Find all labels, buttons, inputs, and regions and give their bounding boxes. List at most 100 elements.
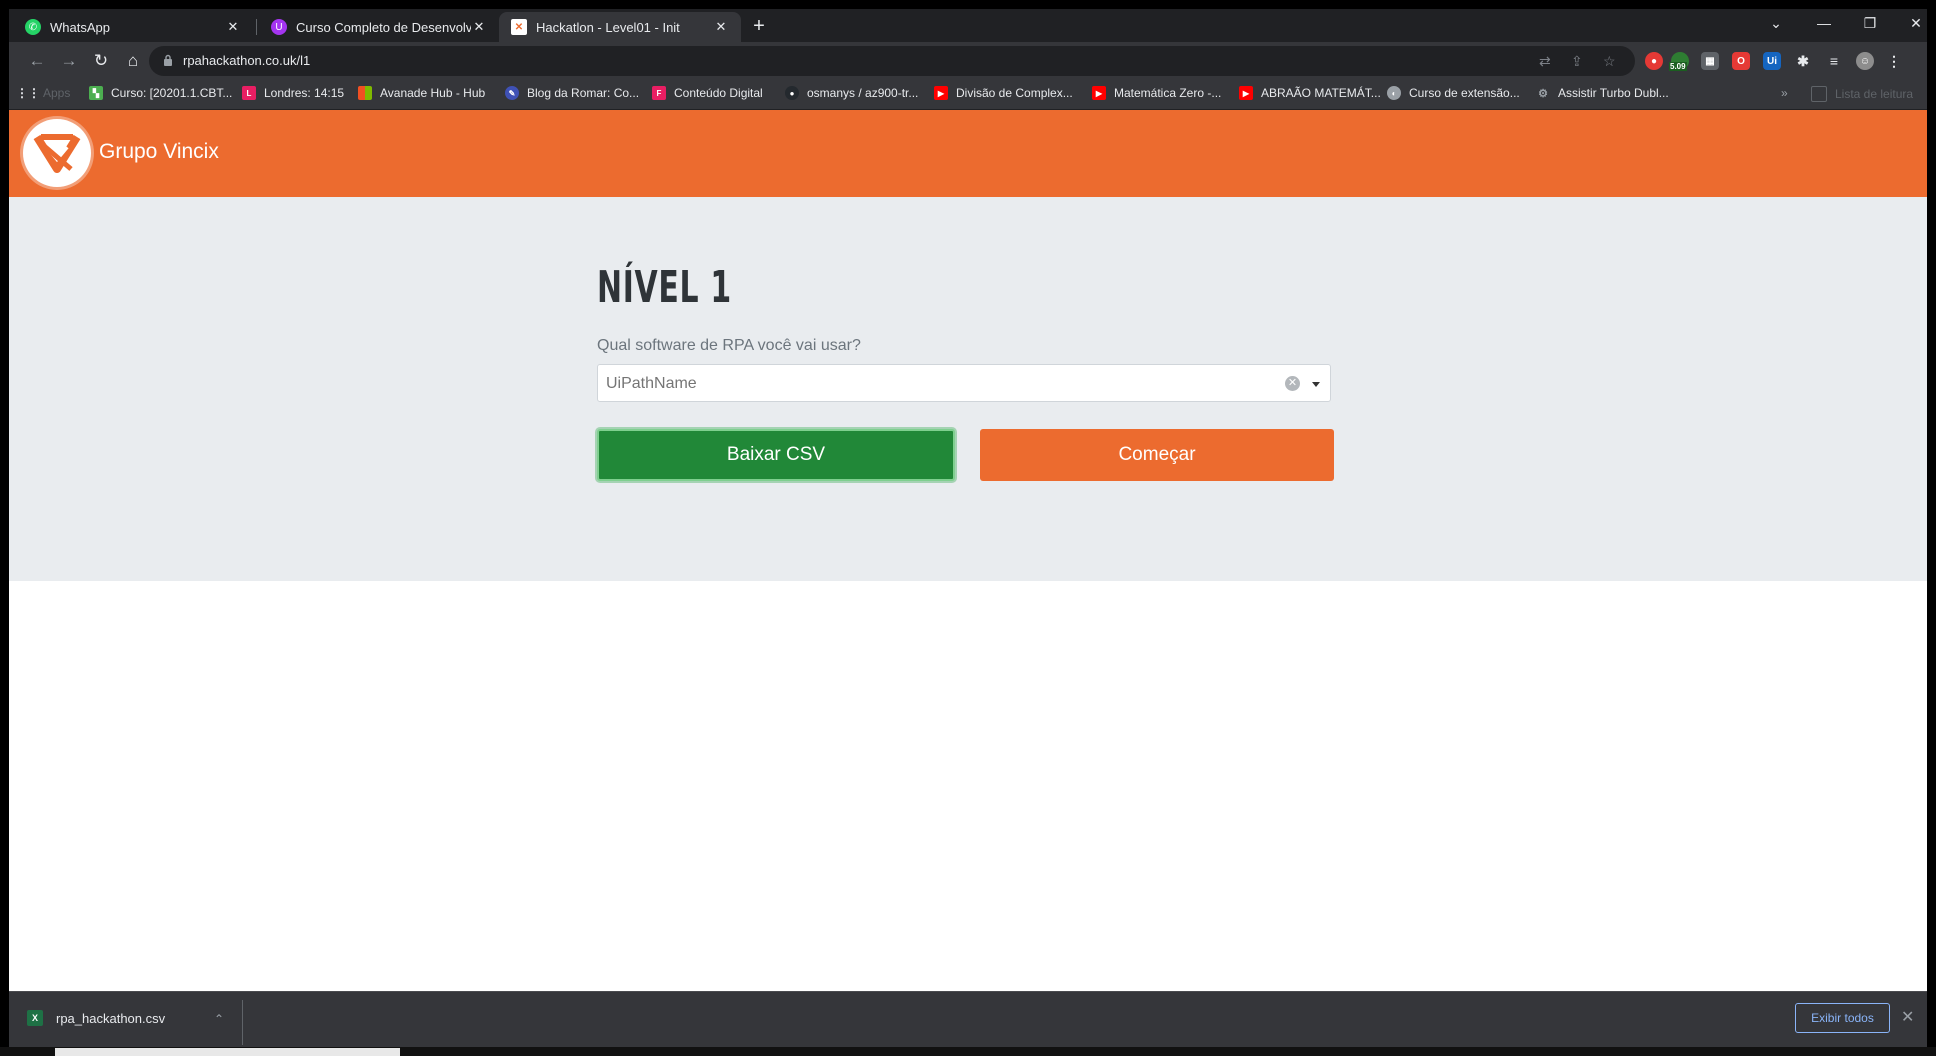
chevron-down-icon[interactable] xyxy=(1312,382,1320,387)
bookmark-label: Blog da Romar: Co... xyxy=(527,86,640,100)
brand-name[interactable]: Grupo Vincix xyxy=(99,140,219,164)
bookmark-matematica[interactable]: ▶ Matemática Zero -... xyxy=(1092,86,1221,100)
level-panel: NÍVEL 1 Qual software de RPA você vai us… xyxy=(9,197,1927,581)
close-icon[interactable]: ✕ xyxy=(1901,1007,1914,1027)
menu-kebab-icon[interactable]: ⋮ xyxy=(1885,52,1903,70)
calendar-icon: L xyxy=(242,86,256,100)
profile-avatar[interactable]: ☺ xyxy=(1856,52,1874,70)
extension-o-icon[interactable]: O xyxy=(1732,52,1750,70)
close-icon[interactable]: ✕ xyxy=(225,19,241,35)
close-icon[interactable]: ✕ xyxy=(713,19,729,35)
home-icon[interactable]: ⌂ xyxy=(121,51,145,71)
chevron-up-icon[interactable]: ⌃ xyxy=(214,1012,224,1026)
turbo-icon: ⚙ xyxy=(1538,87,1548,100)
clear-icon[interactable]: ✕ xyxy=(1285,376,1300,391)
bookmark-blog[interactable]: ✎ Blog da Romar: Co... xyxy=(505,86,639,100)
bookmark-label: ABRAÃO MATEMÁT... xyxy=(1261,86,1381,100)
excel-file-icon: X xyxy=(27,1010,43,1026)
forward-icon[interactable]: → xyxy=(57,51,81,71)
blog-icon: ✎ xyxy=(505,86,519,100)
github-icon: ● xyxy=(785,86,799,100)
extension-badge-icon[interactable]: 5.09 xyxy=(1669,52,1689,71)
uipath-extension-icon[interactable]: Ui xyxy=(1763,52,1781,70)
media-control-icon[interactable]: ≡ xyxy=(1825,52,1843,70)
vincix-logo[interactable] xyxy=(23,119,91,187)
bookmark-label: Assistir Turbo Dubl... xyxy=(1558,86,1669,100)
browser-toolbar: ← → ↻ ⌂ rpahackathon.co.uk/l1 ⇄ ⇪ ☆ ● 5.… xyxy=(9,42,1927,80)
tab-divider xyxy=(256,19,257,35)
bookmark-label: Curso: [20201.1.CBT... xyxy=(111,86,233,100)
page-title: NÍVEL 1 xyxy=(597,262,732,313)
rpa-software-select[interactable]: UiPathName ✕ xyxy=(597,364,1331,402)
tab-hackathon[interactable]: ✕ Hackatlon - Level01 - Init ✕ xyxy=(499,12,741,42)
close-window-button[interactable]: ✕ xyxy=(1901,15,1927,32)
tab-whatsapp[interactable]: ✆ WhatsApp ✕ xyxy=(13,12,253,42)
bookmark-github[interactable]: ● osmanys / az900-tr... xyxy=(785,86,918,100)
bookmark-star-icon[interactable]: ☆ xyxy=(1603,53,1616,70)
bookmark-extensao[interactable]: ◐ Curso de extensão... xyxy=(1387,86,1520,100)
vincix-logo-icon xyxy=(33,134,81,173)
extensions-puzzle-icon[interactable]: ✱ xyxy=(1794,52,1812,70)
restore-button[interactable]: ❐ xyxy=(1855,15,1885,32)
download-item[interactable]: X rpa_hackathon.csv xyxy=(27,1010,165,1026)
reading-list-button[interactable]: Lista de leitura xyxy=(1811,86,1913,102)
bookmark-turbo[interactable]: ⚙ Assistir Turbo Dubl... xyxy=(1536,86,1669,100)
download-divider xyxy=(242,1000,243,1045)
youtube-icon: ▶ xyxy=(1092,86,1106,100)
bookmark-curso[interactable]: ▚ Curso: [20201.1.CBT... xyxy=(89,86,232,100)
bookmark-avanade[interactable]: Avanade Hub - Hub xyxy=(358,86,485,100)
whatsapp-icon: ✆ xyxy=(25,19,41,35)
url-text: rpahackathon.co.uk/l1 xyxy=(183,53,311,68)
minimize-button[interactable]: — xyxy=(1809,15,1839,31)
new-tab-button[interactable]: + xyxy=(747,15,771,38)
reading-list-label: Lista de leitura xyxy=(1835,87,1914,101)
youtube-icon: ▶ xyxy=(934,86,948,100)
bookmark-label: Avanade Hub - Hub xyxy=(380,86,486,100)
bookmark-label: Conteúdo Digital xyxy=(674,86,763,100)
bookmark-apps[interactable]: ⋮⋮ Apps xyxy=(16,86,70,100)
back-icon[interactable]: ← xyxy=(25,51,49,71)
taskbar-window xyxy=(55,1048,400,1056)
lock-icon xyxy=(164,54,172,66)
browser-window: ✆ WhatsApp ✕ U Curso Completo de Desenvo… xyxy=(9,9,1927,1056)
bookmark-conteudo[interactable]: F Conteúdo Digital xyxy=(652,86,763,100)
tab-title: Hackatlon - Level01 - Init xyxy=(536,19,680,35)
youtube-icon: ▶ xyxy=(1239,86,1253,100)
bookmark-abraao[interactable]: ▶ ABRAÃO MATEMÁT... xyxy=(1239,86,1381,100)
extension-red-icon[interactable]: ● xyxy=(1645,52,1663,70)
taskbar-strip xyxy=(0,1047,1936,1056)
tab-title: WhatsApp xyxy=(50,19,110,35)
bookmark-label: Matemática Zero -... xyxy=(1114,86,1222,100)
globe-icon: ◐ xyxy=(1387,86,1401,100)
course-icon: ▚ xyxy=(89,86,103,100)
reading-list-icon xyxy=(1811,86,1827,102)
bookmarks-bar: ⋮⋮ Apps ▚ Curso: [20201.1.CBT... L Londr… xyxy=(9,80,1927,110)
bookmark-londres[interactable]: L Londres: 14:15 xyxy=(242,86,344,100)
download-filename: rpa_hackathon.csv xyxy=(56,1010,166,1026)
tab-udemy-course[interactable]: U Curso Completo de Desenvolved ✕ xyxy=(259,12,499,42)
bookmark-label: osmanys / az900-tr... xyxy=(807,86,919,100)
bookmark-label: Londres: 14:15 xyxy=(264,86,345,100)
rpa-software-label: Qual software de RPA você vai usar? xyxy=(597,337,861,354)
translate-icon[interactable]: ⇄ xyxy=(1539,53,1551,70)
extension-badge-text: 5.09 xyxy=(1669,62,1687,71)
address-bar[interactable]: rpahackathon.co.uk/l1 ⇄ ⇪ ☆ xyxy=(149,46,1635,76)
tab-title: Curso Completo de Desenvolved xyxy=(296,19,471,35)
bookmark-divisao[interactable]: ▶ Divisão de Complex... xyxy=(934,86,1073,100)
select-value: UiPathName xyxy=(606,375,697,392)
bookmark-label: Divisão de Complex... xyxy=(956,86,1073,100)
tab-strip: ✆ WhatsApp ✕ U Curso Completo de Desenvo… xyxy=(9,9,1927,42)
apps-grid-icon: ⋮⋮ xyxy=(16,86,40,100)
start-button[interactable]: Começar xyxy=(980,429,1334,481)
share-icon[interactable]: ⇪ xyxy=(1571,53,1583,70)
content-icon: F xyxy=(652,86,666,100)
show-all-button[interactable]: Exibir todos xyxy=(1795,1003,1890,1033)
site-header: Grupo Vincix xyxy=(9,110,1927,197)
close-icon[interactable]: ✕ xyxy=(471,19,487,35)
tab-search-icon[interactable]: ⌄ xyxy=(1761,15,1791,32)
microsoft-icon xyxy=(358,86,372,100)
download-csv-button[interactable]: Baixar CSV xyxy=(597,429,955,481)
reload-icon[interactable]: ↻ xyxy=(89,51,113,71)
bookmarks-overflow-icon[interactable]: » xyxy=(1781,86,1788,100)
extension-grey-icon[interactable]: ▦ xyxy=(1701,52,1719,70)
